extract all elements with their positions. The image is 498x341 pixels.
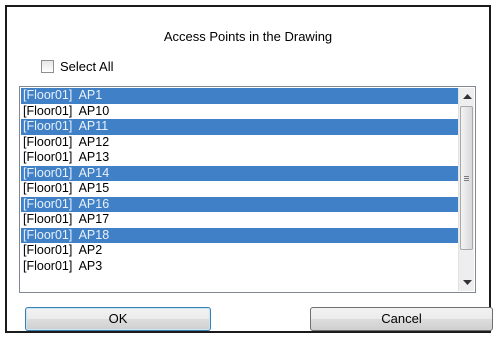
list-item[interactable]: [Floor01] AP13 [21, 150, 458, 166]
cancel-button[interactable]: Cancel [310, 307, 493, 331]
select-all-checkbox[interactable]: Select All [41, 57, 113, 75]
list-item[interactable]: [Floor01] AP3 [21, 259, 458, 275]
list-item[interactable]: [Floor01] AP1 [21, 88, 458, 104]
list-item[interactable]: [Floor01] AP17 [21, 212, 458, 228]
list-item[interactable]: [Floor01] AP15 [21, 181, 458, 197]
dialog-title: Access Points in the Drawing [163, 29, 333, 44]
checkbox-box[interactable] [41, 59, 54, 73]
select-all-label: Select All [60, 58, 114, 74]
list-item[interactable]: [Floor01] AP11 [21, 119, 458, 135]
list-item[interactable]: [Floor01] AP2 [21, 243, 458, 259]
scroll-up-button[interactable] [459, 88, 475, 105]
list-item[interactable]: [Floor01] AP14 [21, 165, 458, 181]
scroll-down-button[interactable] [459, 274, 475, 291]
list-item[interactable]: [Floor01] AP10 [21, 104, 458, 120]
chevron-up-icon [462, 93, 472, 99]
access-point-listbox[interactable]: [Floor01] AP1 [Floor01] AP10 [Floor01] AP1… [19, 86, 476, 293]
grip-icon [464, 175, 469, 181]
list-item[interactable]: [Floor01] AP16 [21, 196, 458, 212]
list-item[interactable]: [Floor01] AP18 [21, 227, 458, 243]
ok-button[interactable]: OK [25, 307, 211, 331]
scroll-thumb[interactable] [460, 106, 473, 250]
list-item[interactable]: [Floor01] AP12 [21, 135, 458, 151]
chevron-down-icon [462, 279, 472, 285]
access-points-dialog: Access Points in the Drawing Select All … [5, 5, 493, 333]
list-items: [Floor01] AP1 [Floor01] AP10 [Floor01] AP1… [21, 88, 458, 291]
vertical-scrollbar[interactable] [458, 88, 474, 291]
